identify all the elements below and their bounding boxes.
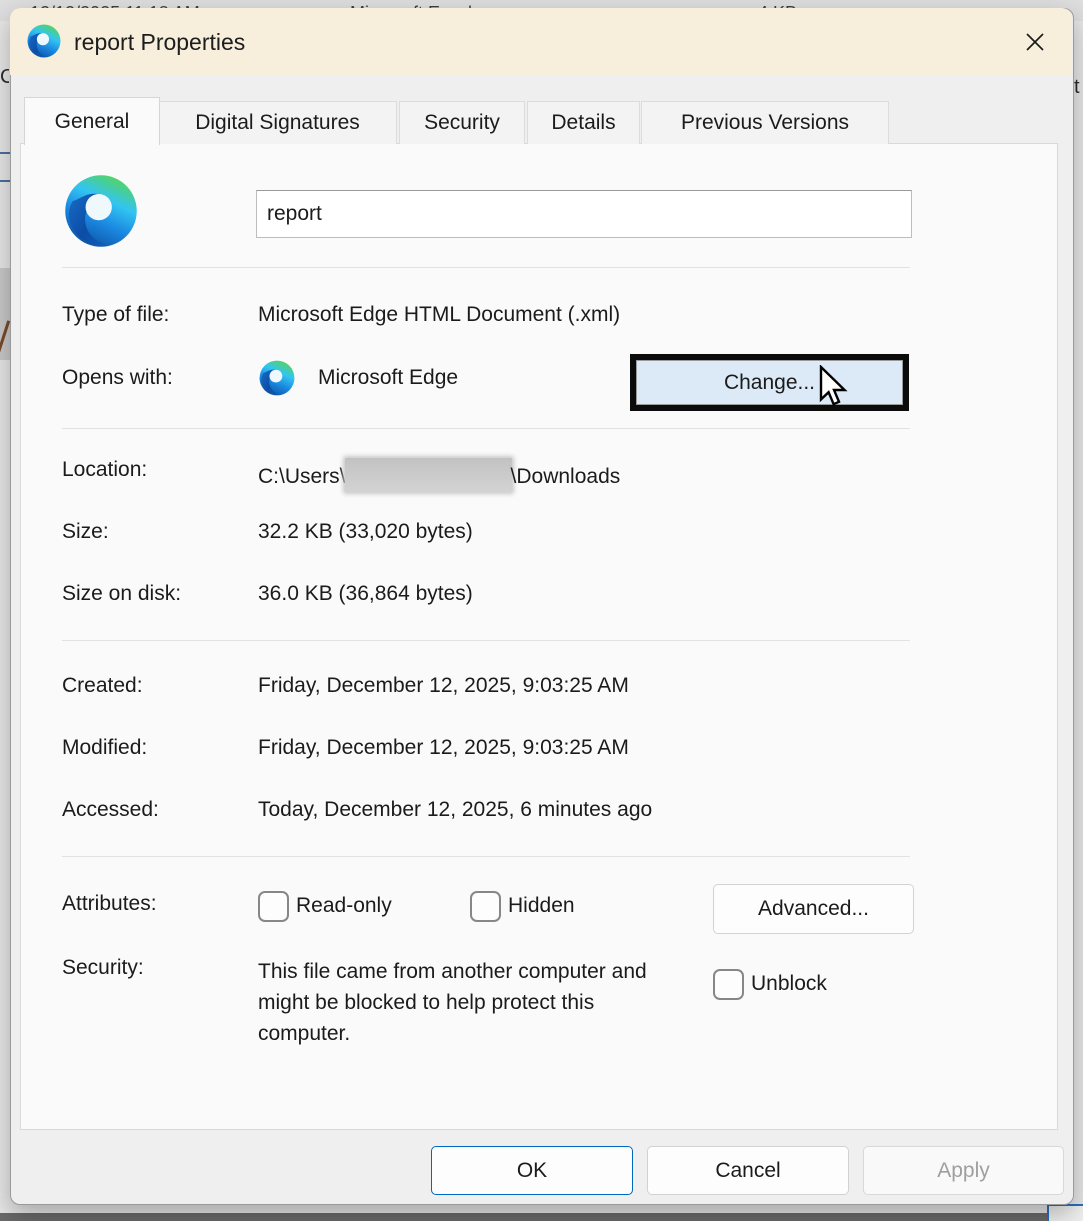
- size-value: 32.2 KB (33,020 bytes): [258, 520, 473, 544]
- size-on-disk-value: 36.0 KB (36,864 bytes): [258, 582, 473, 606]
- attributes-label: Attributes:: [62, 892, 157, 916]
- tab-digital-signatures[interactable]: Digital Signatures: [158, 101, 397, 144]
- screen: C t 12/12/2025 11:18 AM Microsoft Excel …: [0, 0, 1083, 1221]
- tab-details[interactable]: Details: [527, 101, 640, 144]
- opens-with-value: Microsoft Edge: [318, 366, 458, 390]
- tab-label: Details: [551, 111, 615, 135]
- accessed-label: Accessed:: [62, 798, 159, 822]
- location-prefix: C:\Users\: [258, 465, 346, 488]
- cancel-button[interactable]: Cancel: [647, 1146, 849, 1195]
- unblock-label: Unblock: [751, 972, 827, 996]
- size-label: Size:: [62, 520, 109, 544]
- file-edge-icon: [62, 172, 140, 250]
- tab-label: General: [55, 110, 130, 134]
- separator: [62, 856, 910, 857]
- security-description: This file came from another computer and…: [258, 956, 658, 1049]
- cancel-button-label: Cancel: [715, 1159, 780, 1183]
- close-button[interactable]: [1012, 22, 1058, 62]
- security-label: Security:: [62, 956, 144, 980]
- modified-value: Friday, December 12, 2025, 9:03:25 AM: [258, 736, 629, 760]
- location-label: Location:: [62, 458, 147, 482]
- type-of-file-value: Microsoft Edge HTML Document (.xml): [258, 303, 620, 327]
- redacted-username-box: [345, 458, 512, 492]
- background-window-fragment: t: [1074, 76, 1083, 98]
- mouse-cursor: [819, 365, 849, 409]
- tab-previous-versions[interactable]: Previous Versions: [641, 101, 889, 144]
- close-icon: [1022, 29, 1048, 55]
- apply-button-label: Apply: [937, 1159, 990, 1183]
- modified-label: Modified:: [62, 736, 147, 760]
- background-focused-button-fragment: [1047, 1204, 1083, 1221]
- tab-label: Previous Versions: [681, 111, 849, 135]
- window-title: report Properties: [74, 29, 245, 56]
- background-divider-bar: [0, 1213, 1083, 1221]
- change-button[interactable]: Change...: [630, 354, 909, 411]
- advanced-button-label: Advanced...: [758, 897, 869, 921]
- separator: [62, 428, 910, 429]
- separator: [62, 267, 910, 268]
- ok-button[interactable]: OK: [431, 1146, 633, 1195]
- tab-label: Digital Signatures: [195, 111, 360, 135]
- location-suffix: \Downloads: [511, 465, 621, 488]
- tab-label: Security: [424, 111, 500, 135]
- separator: [62, 640, 910, 641]
- location-value: C:\Users\ \Downloads: [258, 458, 620, 492]
- created-value: Friday, December 12, 2025, 9:03:25 AM: [258, 674, 629, 698]
- created-label: Created:: [62, 674, 143, 698]
- change-button-label: Change...: [724, 371, 815, 395]
- advanced-button[interactable]: Advanced...: [713, 884, 914, 934]
- type-of-file-label: Type of file:: [62, 303, 169, 327]
- size-on-disk-label: Size on disk:: [62, 582, 181, 606]
- tab-general[interactable]: General: [24, 97, 160, 145]
- edge-icon: [26, 23, 62, 59]
- hidden-label: Hidden: [508, 894, 575, 918]
- readonly-label: Read-only: [296, 894, 392, 918]
- ok-button-label: OK: [517, 1159, 547, 1183]
- tab-security[interactable]: Security: [399, 101, 525, 144]
- readonly-checkbox[interactable]: [258, 891, 289, 922]
- filename-input[interactable]: [256, 190, 912, 238]
- opens-with-label: Opens with:: [62, 366, 173, 390]
- apply-button[interactable]: Apply: [863, 1146, 1064, 1195]
- unblock-checkbox[interactable]: [713, 969, 744, 1000]
- hidden-checkbox[interactable]: [470, 891, 501, 922]
- opens-with-edge-icon: [258, 359, 296, 397]
- background-window-fragment: C: [0, 66, 9, 86]
- accessed-value: Today, December 12, 2025, 6 minutes ago: [258, 798, 652, 822]
